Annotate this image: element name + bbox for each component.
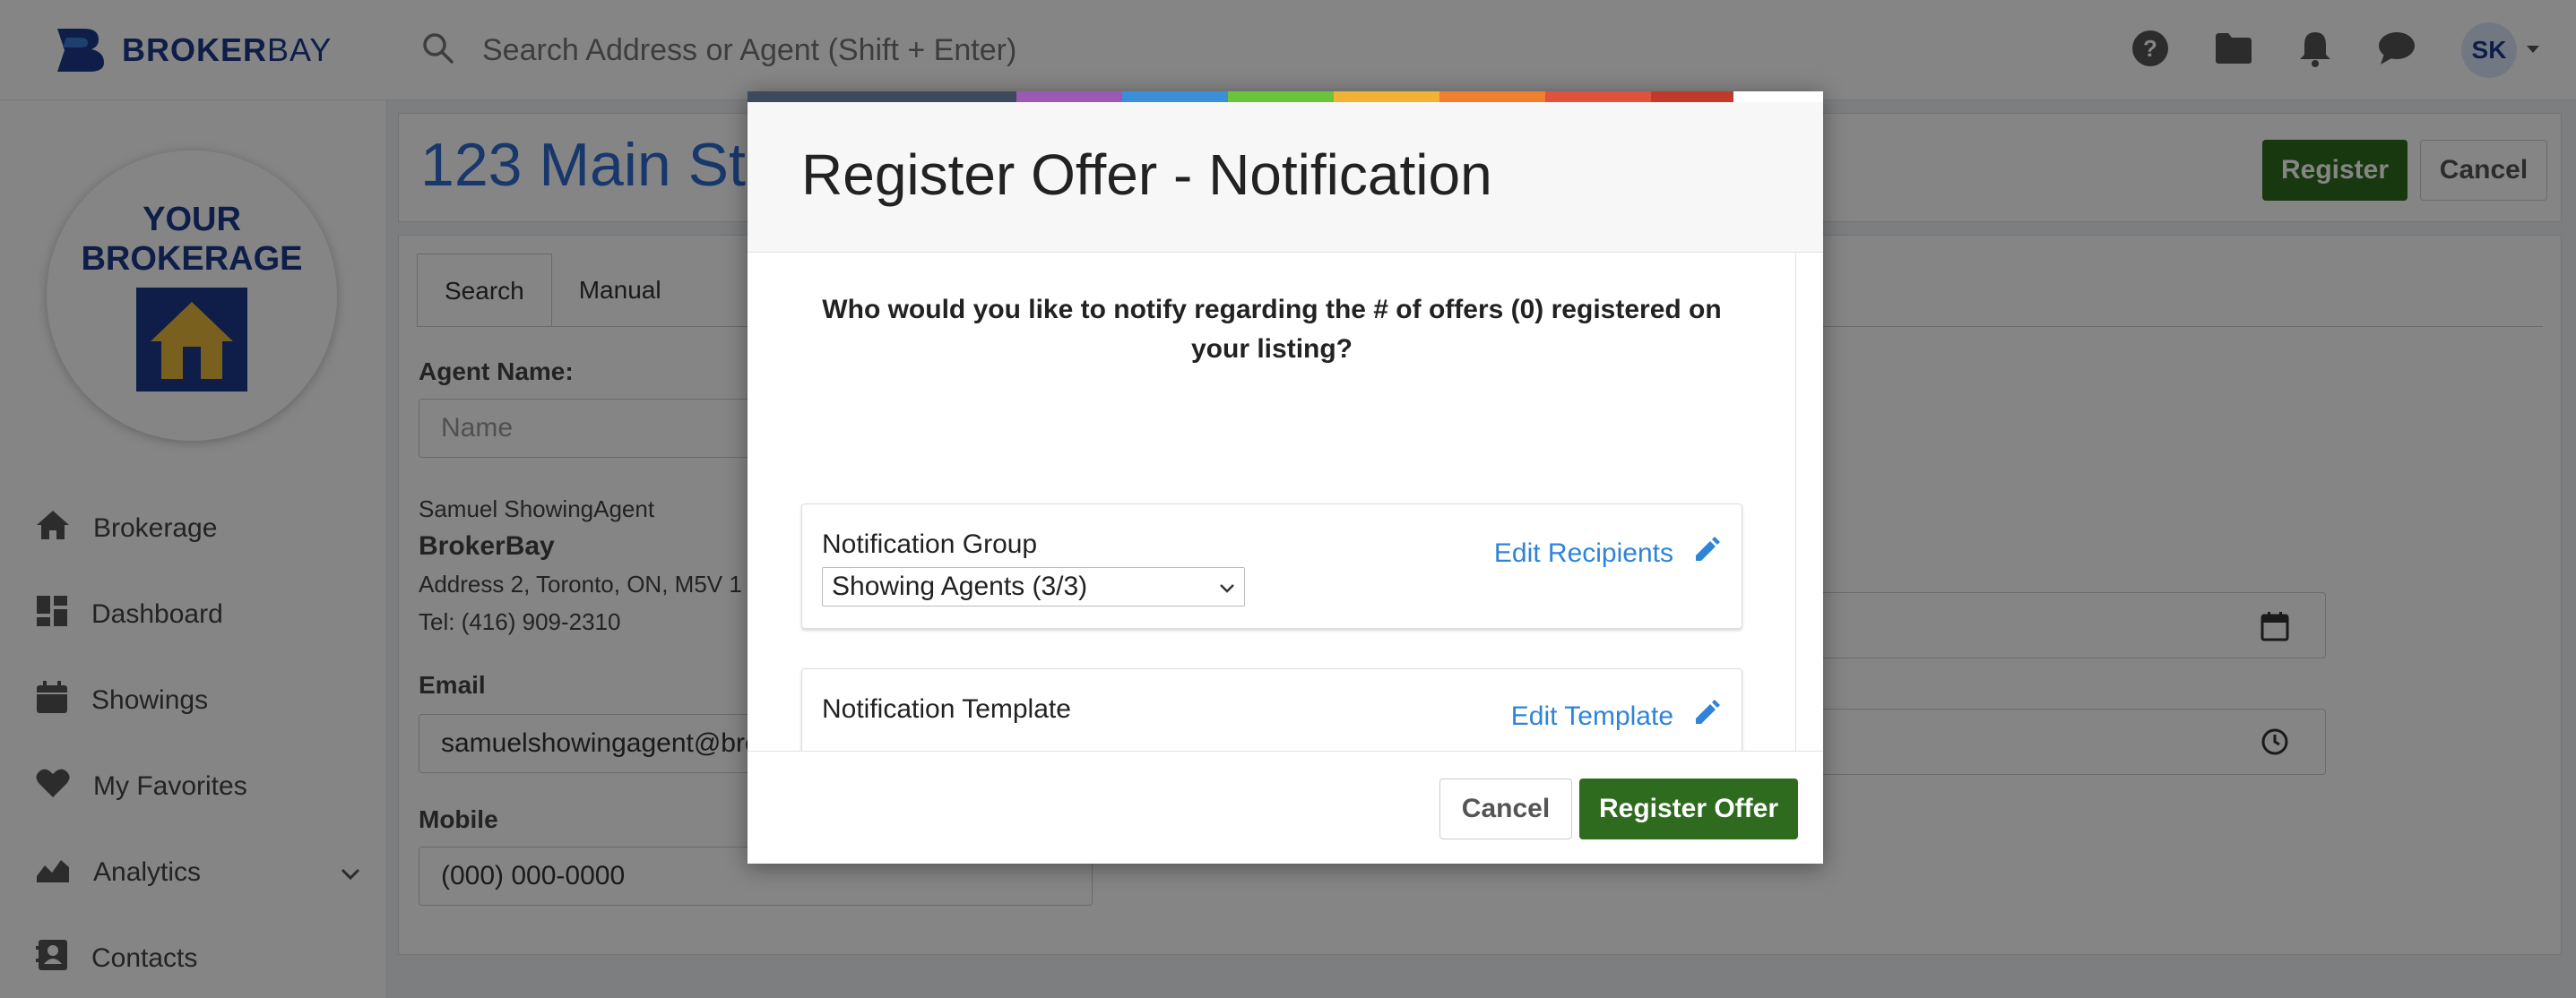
accent-segment	[1122, 91, 1228, 102]
register-offer-modal: Register Offer - Notification Who would …	[748, 91, 1823, 864]
notification-group-panel: Notification Group Edit Recipients Showi…	[801, 503, 1742, 629]
modal-body: Who would you like to notify regarding t…	[748, 253, 1796, 765]
modal-title: Register Offer - Notification	[801, 142, 1492, 207]
edit-recipients-label: Edit Recipients	[1493, 538, 1673, 568]
accent-segment	[1334, 91, 1439, 102]
notification-group-select[interactable]: Showing Agents (3/3)	[822, 567, 1245, 607]
notification-template-label: Notification Template	[822, 694, 1071, 724]
notification-group-label: Notification Group	[822, 529, 1038, 559]
modal-accent-bar	[748, 91, 1823, 102]
accent-segment	[1651, 91, 1733, 102]
modal-cancel-button[interactable]: Cancel	[1439, 779, 1572, 839]
accent-segment	[1016, 91, 1122, 102]
accent-segment	[1228, 91, 1334, 102]
register-offer-button[interactable]: Register Offer	[1579, 779, 1798, 839]
accent-segment	[1545, 91, 1651, 102]
pencil-icon	[1693, 537, 1720, 571]
accent-segment	[1439, 91, 1545, 102]
modal-header: Register Offer - Notification	[748, 102, 1823, 253]
modal-footer: Cancel Register Offer	[748, 751, 1823, 864]
edit-template-link[interactable]: Edit Template	[1511, 700, 1720, 734]
notify-question: Who would you like to notify regarding t…	[822, 295, 1722, 364]
edit-template-label: Edit Template	[1510, 701, 1673, 731]
accent-segment	[748, 91, 1016, 102]
chevron-down-icon	[1217, 575, 1237, 606]
notification-group-value: Showing Agents (3/3)	[832, 572, 1088, 601]
edit-recipients-link[interactable]: Edit Recipients	[1494, 537, 1720, 571]
pencil-icon	[1693, 700, 1720, 734]
